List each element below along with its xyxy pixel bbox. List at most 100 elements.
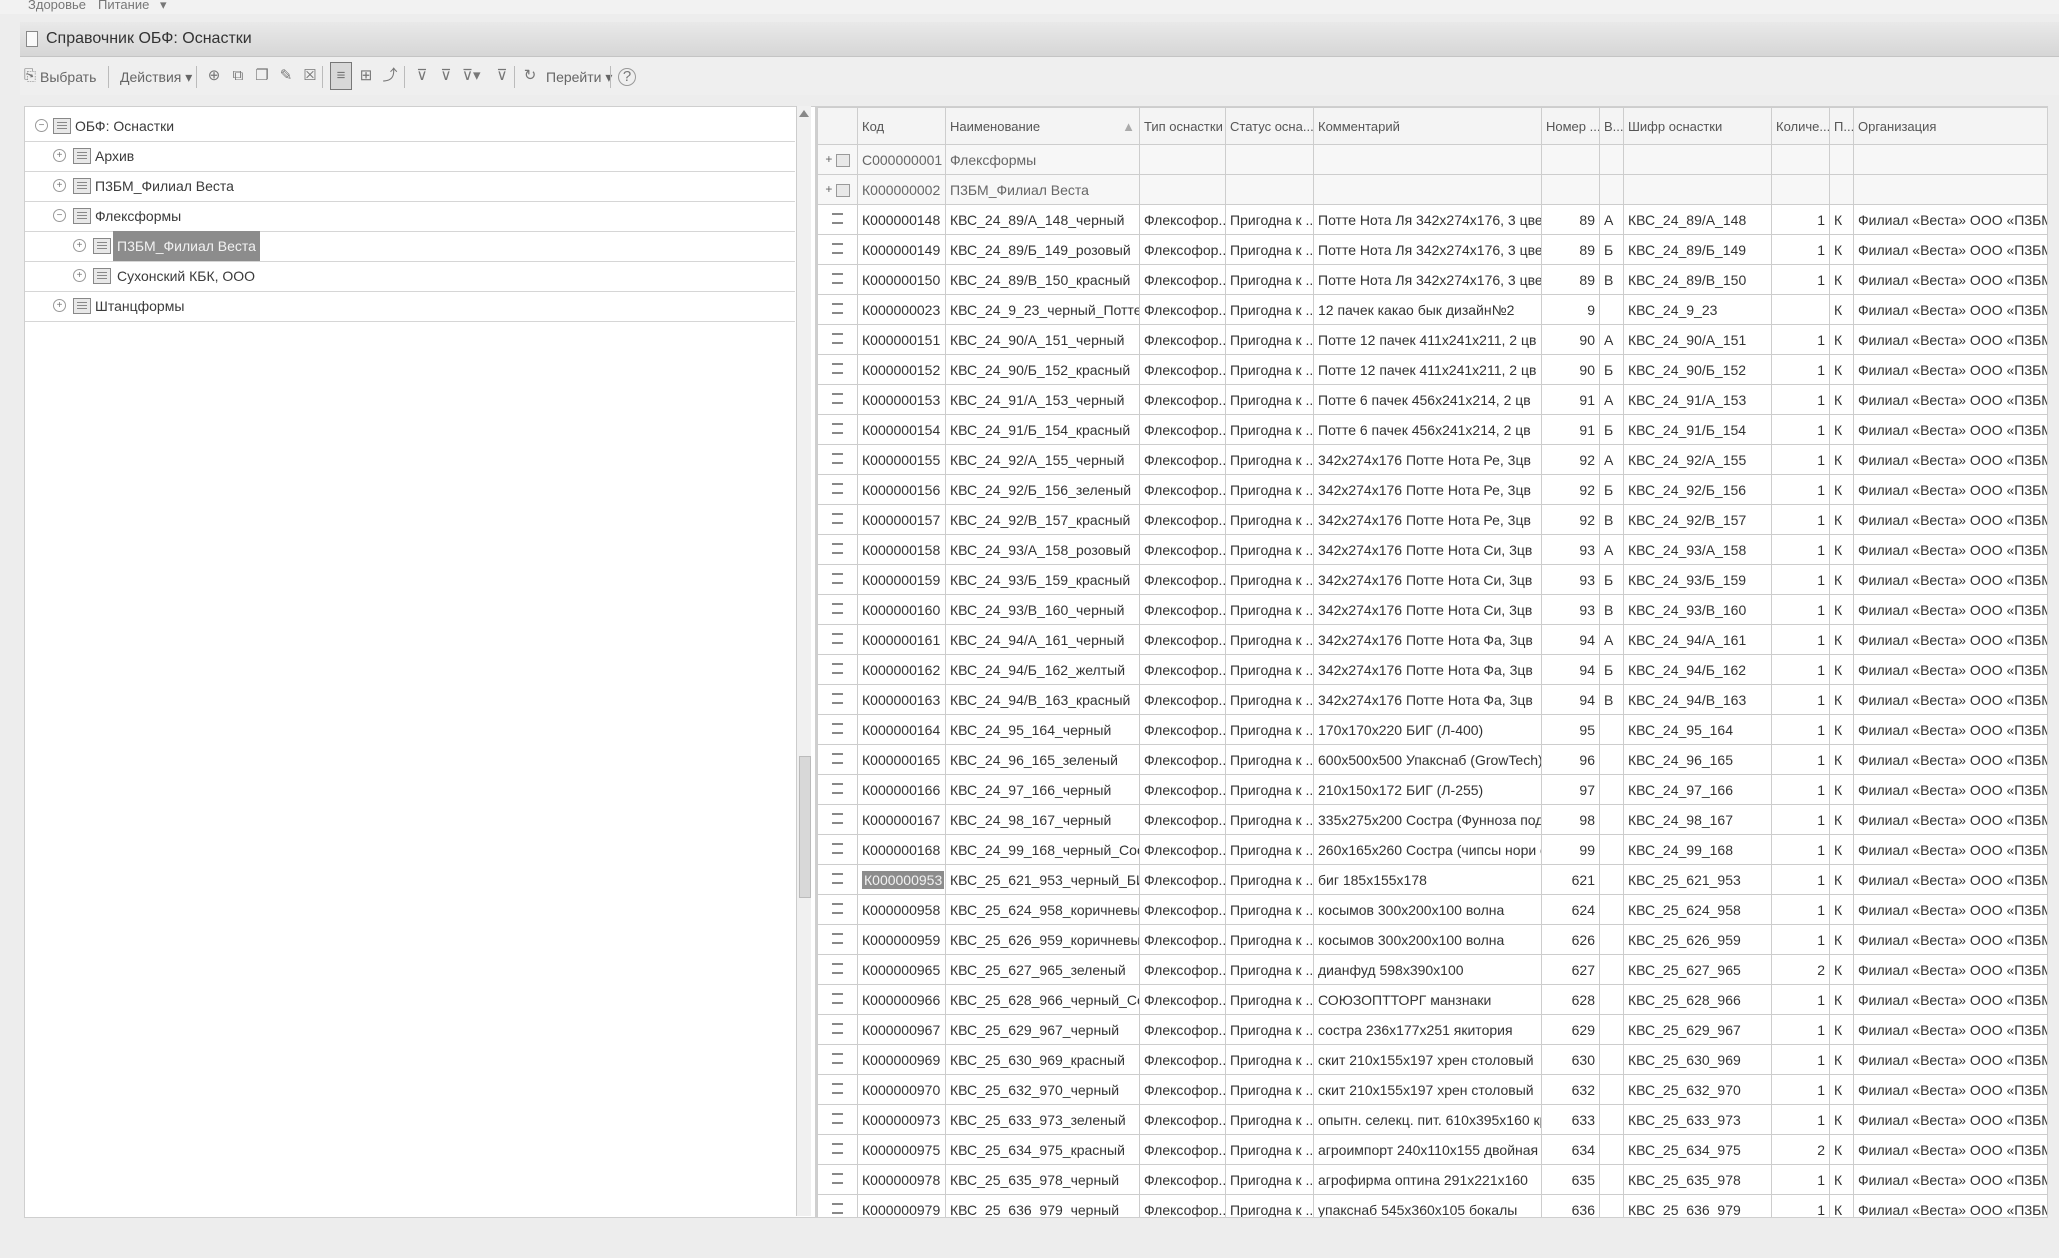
help-icon[interactable]: ? xyxy=(618,68,636,86)
add-icon[interactable]: ⊕ xyxy=(206,68,222,84)
collapse-icon[interactable]: − xyxy=(53,209,66,222)
level-up-icon[interactable]: ⤴ xyxy=(382,68,398,84)
cell-cipher: КВС_24_92/В_157 xyxy=(1623,504,1772,535)
tree-view-icon[interactable]: ⊞ xyxy=(358,68,374,84)
cell-type: Флексофор... xyxy=(1139,834,1226,865)
cell-status: Пригодна к ... xyxy=(1225,624,1314,655)
col-header-cipher[interactable]: Шифр оснастки xyxy=(1623,107,1772,145)
tree-item[interactable]: + Штанцформы xyxy=(25,291,795,322)
table-row[interactable]: К000000978 КВС_25_635_978_черный Флексофор… xyxy=(817,1164,2047,1195)
tree-item[interactable]: + П3БМ_Филиал Веста xyxy=(25,171,795,202)
expand-icon[interactable]: + xyxy=(53,179,66,192)
table-row[interactable]: К000000159 КВС_24_93/Б_159_красный Флексоф… xyxy=(817,564,2047,595)
clear-filter-icon[interactable]: ⊽ xyxy=(494,68,510,84)
cell-p: К xyxy=(1829,594,1854,625)
cell-p: К xyxy=(1829,1194,1854,1217)
menu-more-icon[interactable]: ▾ xyxy=(160,0,167,13)
cell-type: Флексофор... xyxy=(1139,774,1226,805)
col-header-qty[interactable]: Количе... xyxy=(1771,107,1830,145)
tree-item-label: Архив xyxy=(95,148,135,164)
tree-item[interactable]: − Флексформы xyxy=(25,201,795,232)
table-row[interactable]: К000000158 КВС_24_93/А_158_розовый Флексоф… xyxy=(817,534,2047,565)
item-icon xyxy=(817,474,858,505)
group-row[interactable]: + К000000002 П3БМ_Филиал Веста xyxy=(817,174,2047,205)
menu-item-food[interactable]: Питание xyxy=(98,0,149,12)
table-row[interactable]: К000000965 КВС_25_627_965_зеленый Флексофо… xyxy=(817,954,2047,985)
col-header-v[interactable]: В... xyxy=(1599,107,1624,145)
menu-item-health[interactable]: Здоровье xyxy=(28,0,86,12)
tree-root-row[interactable]: − ОБФ: Оснастки xyxy=(25,111,795,142)
toolbar-separator xyxy=(322,66,323,88)
tree-scrollbar[interactable] xyxy=(796,106,811,1216)
filter-menu-icon[interactable]: ⊽▾ xyxy=(462,68,481,84)
select-button[interactable]: Выбрать xyxy=(40,67,96,87)
col-header-type[interactable]: Тип оснастки xyxy=(1139,107,1226,145)
scrollbar-thumb[interactable] xyxy=(799,756,811,898)
table-row[interactable]: К000000148 КВС_24_89/А_148_черный Флексофо… xyxy=(817,204,2047,235)
table-row[interactable]: К000000153 КВС_24_91/А_153_черный Флексофо… xyxy=(817,384,2047,415)
expand-icon[interactable]: + xyxy=(53,149,66,162)
expand-icon[interactable]: + xyxy=(73,239,86,252)
cell-type: Флексофор... xyxy=(1139,744,1226,775)
table-row[interactable]: К000000979 КВС_25_636_979_черный Флексофор… xyxy=(817,1194,2047,1217)
table-row[interactable]: К000000154 КВС_24_91/Б_154_красный Флексоф… xyxy=(817,414,2047,445)
tree-item[interactable]: + Сухонский КБК, ООО xyxy=(25,261,795,292)
refresh-icon[interactable]: ↻ xyxy=(522,68,538,84)
group-row[interactable]: + С000000001 Флексформы xyxy=(817,144,2047,175)
cell-type: Флексофор... xyxy=(1139,954,1226,985)
table-row[interactable]: К000000155 КВС_24_92/А_155_черный Флексофо… xyxy=(817,444,2047,475)
col-header-code[interactable]: Код xyxy=(857,107,946,145)
edit-icon[interactable]: ✎ xyxy=(278,68,294,84)
col-header-org[interactable]: Организация xyxy=(1853,107,2047,145)
collapse-icon[interactable]: − xyxy=(35,119,48,132)
table-row[interactable]: К000000973 КВС_25_633_973_зеленый Флексофо… xyxy=(817,1104,2047,1135)
filter-icon[interactable]: ⊽ xyxy=(414,68,430,84)
col-header-icon[interactable] xyxy=(817,107,858,145)
tree-item-selected[interactable]: + П3БМ_Филиал Веста xyxy=(25,231,795,262)
table-row[interactable]: К000000167 КВС_24_98_167_черный Флексофор.… xyxy=(817,804,2047,835)
table-row[interactable]: К000000162 КВС_24_94/Б_162_желтый Флексофо… xyxy=(817,654,2047,685)
table-row[interactable]: К000000150 КВС_24_89/В_150_красный Флексоф… xyxy=(817,264,2047,295)
scroll-up-icon[interactable] xyxy=(799,110,809,117)
table-row[interactable]: К000000151 КВС_24_90/А_151_черный Флексофо… xyxy=(817,324,2047,355)
table-row[interactable]: К000000165 КВС_24_96_165_зеленый Флексофор… xyxy=(817,744,2047,775)
table-row[interactable]: К000000966КВС_25_628_966_черный_Союз...Ф… xyxy=(817,984,2047,1015)
table-row[interactable]: К000000156 КВС_24_92/Б_156_зеленый Флексоф… xyxy=(817,474,2047,505)
table-row[interactable]: К000000163 КВС_24_94/В_163_красный Флексоф… xyxy=(817,684,2047,715)
table-row[interactable]: К000000149 КВС_24_89/Б_149_розовый Флексоф… xyxy=(817,234,2047,265)
filter-by-value-icon[interactable]: ⊽ xyxy=(438,68,454,84)
add-group-icon[interactable]: ⧉ xyxy=(230,68,246,84)
table-row[interactable]: К000000160 КВС_24_93/В_160_черный Флексофо… xyxy=(817,594,2047,625)
col-header-status[interactable]: Статус осна... xyxy=(1225,107,1314,145)
hierarchy-mode-icon[interactable]: ≡ xyxy=(330,62,352,90)
delete-icon[interactable]: ☒ xyxy=(302,68,318,84)
cell-code: К000000167 xyxy=(857,804,946,835)
table-row[interactable]: К000000152 КВС_24_90/Б_152_красный Флексоф… xyxy=(817,354,2047,385)
col-header-comment[interactable]: Комментарий xyxy=(1313,107,1542,145)
col-header-p[interactable]: П... xyxy=(1829,107,1854,145)
table-row[interactable]: К000000157 КВС_24_92/В_157_красный Флексоф… xyxy=(817,504,2047,535)
table-row[interactable]: К000000975 КВС_25_634_975_красный Флексофо… xyxy=(817,1134,2047,1165)
table-row[interactable]: К000000967 КВС_25_629_967_черный Флексофор… xyxy=(817,1014,2047,1045)
table-row[interactable]: К000000969 КВС_25_630_969_красный Флексофо… xyxy=(817,1044,2047,1075)
cell-status: Пригодна к ... xyxy=(1225,474,1314,505)
copy-icon[interactable]: ❐ xyxy=(254,68,270,84)
col-header-name[interactable]: Наименование ▲ xyxy=(945,107,1140,145)
table-row[interactable]: К000000168КВС_24_99_168_черный_Сострa...… xyxy=(817,834,2047,865)
table-row[interactable]: К000000970 КВС_25_632_970_черный Флексофор… xyxy=(817,1074,2047,1105)
actions-menu-button[interactable]: Действия ▾ xyxy=(120,67,192,87)
col-header-number[interactable]: Номер ... xyxy=(1541,107,1600,145)
table-row[interactable]: К000000953 КВС_25_621_953_черный_БИГ Флекс… xyxy=(817,864,2047,895)
cell-org: Филиал «Веста» ООО «П3БМ» xyxy=(1853,534,2047,565)
tree-item[interactable]: + Архив xyxy=(25,141,795,172)
expand-icon[interactable]: + xyxy=(53,299,66,312)
goto-menu-button[interactable]: Перейти ▾ xyxy=(546,67,612,87)
table-row[interactable]: К000000166 КВС_24_97_166_черный Флексофор.… xyxy=(817,774,2047,805)
table-row[interactable]: К000000161 КВС_24_94/А_161_черный Флексофо… xyxy=(817,624,2047,655)
table-row[interactable]: К000000023КВС_24_9_23_черный_Потте К...Ф… xyxy=(817,294,2047,325)
cell-p: К xyxy=(1829,624,1854,655)
table-row[interactable]: К000000164 КВС_24_95_164_черный Флексофор.… xyxy=(817,714,2047,745)
table-row[interactable]: К000000958 КВС_25_624_958_коричневый Флекс… xyxy=(817,894,2047,925)
table-row[interactable]: К000000959 КВС_25_626_959_коричневый Флекс… xyxy=(817,924,2047,955)
expand-icon[interactable]: + xyxy=(73,269,86,282)
